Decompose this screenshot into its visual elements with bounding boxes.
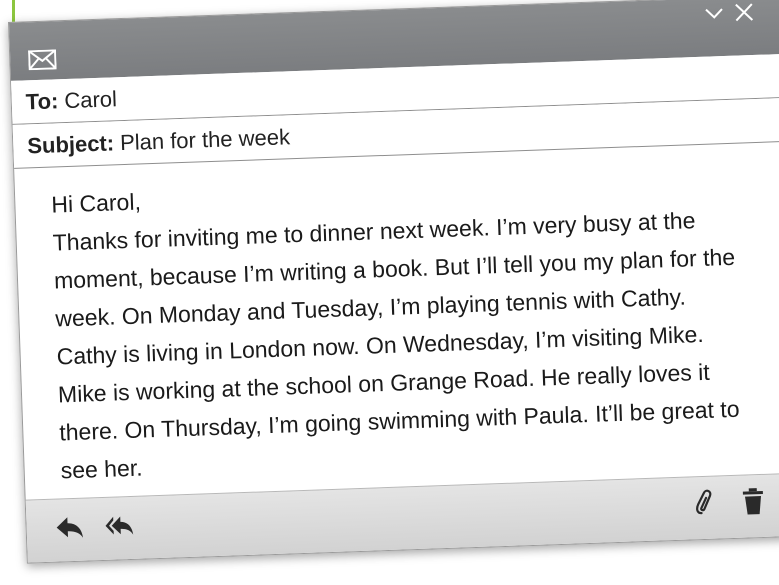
close-icon[interactable] (733, 1, 756, 24)
trash-icon[interactable] (738, 487, 769, 516)
message-actions (690, 487, 769, 518)
chevron-down-icon[interactable] (703, 2, 726, 25)
mail-icon (28, 49, 57, 71)
paperclip-icon[interactable] (690, 488, 721, 517)
subject-value: Plan for the week (119, 123, 291, 155)
reply-all-icon[interactable] (104, 511, 135, 540)
email-window: To: Carol Subject: Plan for the week Hi … (8, 0, 779, 564)
page: To: Carol Subject: Plan for the week Hi … (0, 0, 779, 585)
reply-icon[interactable] (54, 513, 85, 542)
message-text: Thanks for inviting me to dinner next we… (52, 207, 740, 484)
to-label: To: (25, 87, 59, 114)
reply-actions (54, 511, 135, 542)
subject-label: Subject: (26, 129, 115, 158)
window-controls (703, 1, 756, 25)
message-body[interactable]: Hi Carol, Thanks for inviting me to dinn… (14, 141, 779, 521)
to-value: Carol (63, 85, 118, 113)
